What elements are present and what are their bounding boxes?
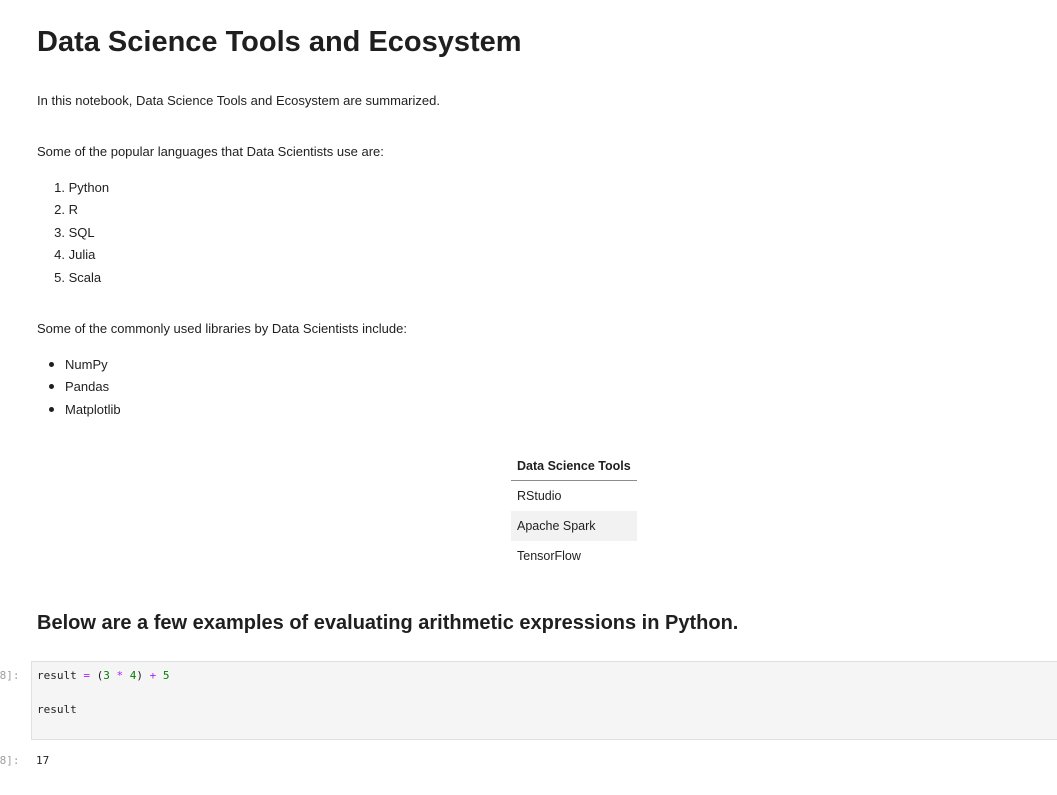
libraries-list: NumPy Pandas Matplotlib: [37, 354, 121, 421]
library-pandas: Pandas: [65, 379, 110, 395]
list-number: 5.: [54, 269, 65, 285]
code-cell-editor[interactable]: result = (3 * 4) + 5 result: [31, 661, 1057, 740]
tools-table: Data Science Tools RStudio Apache Spark …: [511, 452, 637, 571]
list-item: Matplotlib: [37, 399, 121, 421]
code-token-paren: ): [136, 669, 143, 682]
table-row: RStudio: [511, 481, 637, 512]
code-line-2: result: [37, 703, 77, 716]
code-token-number: 5: [162, 669, 170, 682]
language-julia: Julia: [68, 247, 96, 263]
bullet-icon: [49, 406, 54, 412]
list-item: NumPy: [37, 354, 121, 376]
input-prompt: [8]:: [0, 669, 20, 682]
list-item: Pandas: [37, 376, 121, 398]
code-token-number: 3: [103, 669, 110, 682]
list-item: 4. Julia: [37, 244, 109, 266]
table-row: Apache Spark: [511, 511, 637, 541]
languages-intro-text: Some of the popular languages that Data …: [37, 144, 384, 159]
list-number: 2.: [54, 202, 65, 218]
code-token-op: +: [149, 669, 157, 682]
code-line-1: result = (3 * 4) + 5: [37, 668, 170, 684]
list-number: 1.: [54, 180, 65, 195]
language-python: Python: [68, 180, 110, 195]
cell-output: 17: [36, 754, 50, 767]
libraries-intro-text: Some of the commonly used libraries by D…: [37, 321, 407, 336]
code-token-var: result: [37, 669, 77, 682]
list-item: 1. Python: [37, 177, 109, 199]
table-header: Data Science Tools: [511, 452, 637, 481]
table-cell: TensorFlow: [517, 549, 581, 563]
language-sql: SQL: [68, 224, 95, 240]
arithmetic-heading: Below are a few examples of evaluating a…: [37, 612, 739, 634]
code-token-op: =: [83, 669, 90, 682]
language-r: R: [68, 202, 79, 218]
table-row: TensorFlow: [511, 541, 637, 571]
notebook-page: Data Science Tools and Ecosystem In this…: [0, 0, 1057, 795]
list-item: 2. R: [37, 199, 109, 221]
table-cell: RStudio: [517, 489, 562, 503]
language-scala: Scala: [68, 269, 102, 285]
list-number: 4.: [54, 247, 65, 263]
code-token-op: *: [116, 669, 124, 682]
table-cell: Apache Spark: [511, 511, 637, 541]
library-numpy: NumPy: [65, 357, 108, 372]
output-prompt: [8]:: [0, 754, 20, 767]
list-number: 3.: [54, 224, 65, 240]
bullet-icon: [49, 362, 54, 368]
library-matplotlib: Matplotlib: [65, 401, 121, 417]
bullet-icon: [49, 384, 54, 390]
list-item: 3. SQL: [37, 222, 109, 244]
intro-text: In this notebook, Data Science Tools and…: [37, 93, 440, 108]
table-header-row: Data Science Tools: [511, 452, 637, 481]
list-item: 5. Scala: [37, 267, 109, 289]
notebook-title: Data Science Tools and Ecosystem: [37, 26, 522, 58]
languages-list: 1. Python 2. R 3. SQL 4. Julia 5. Scala: [37, 177, 109, 289]
